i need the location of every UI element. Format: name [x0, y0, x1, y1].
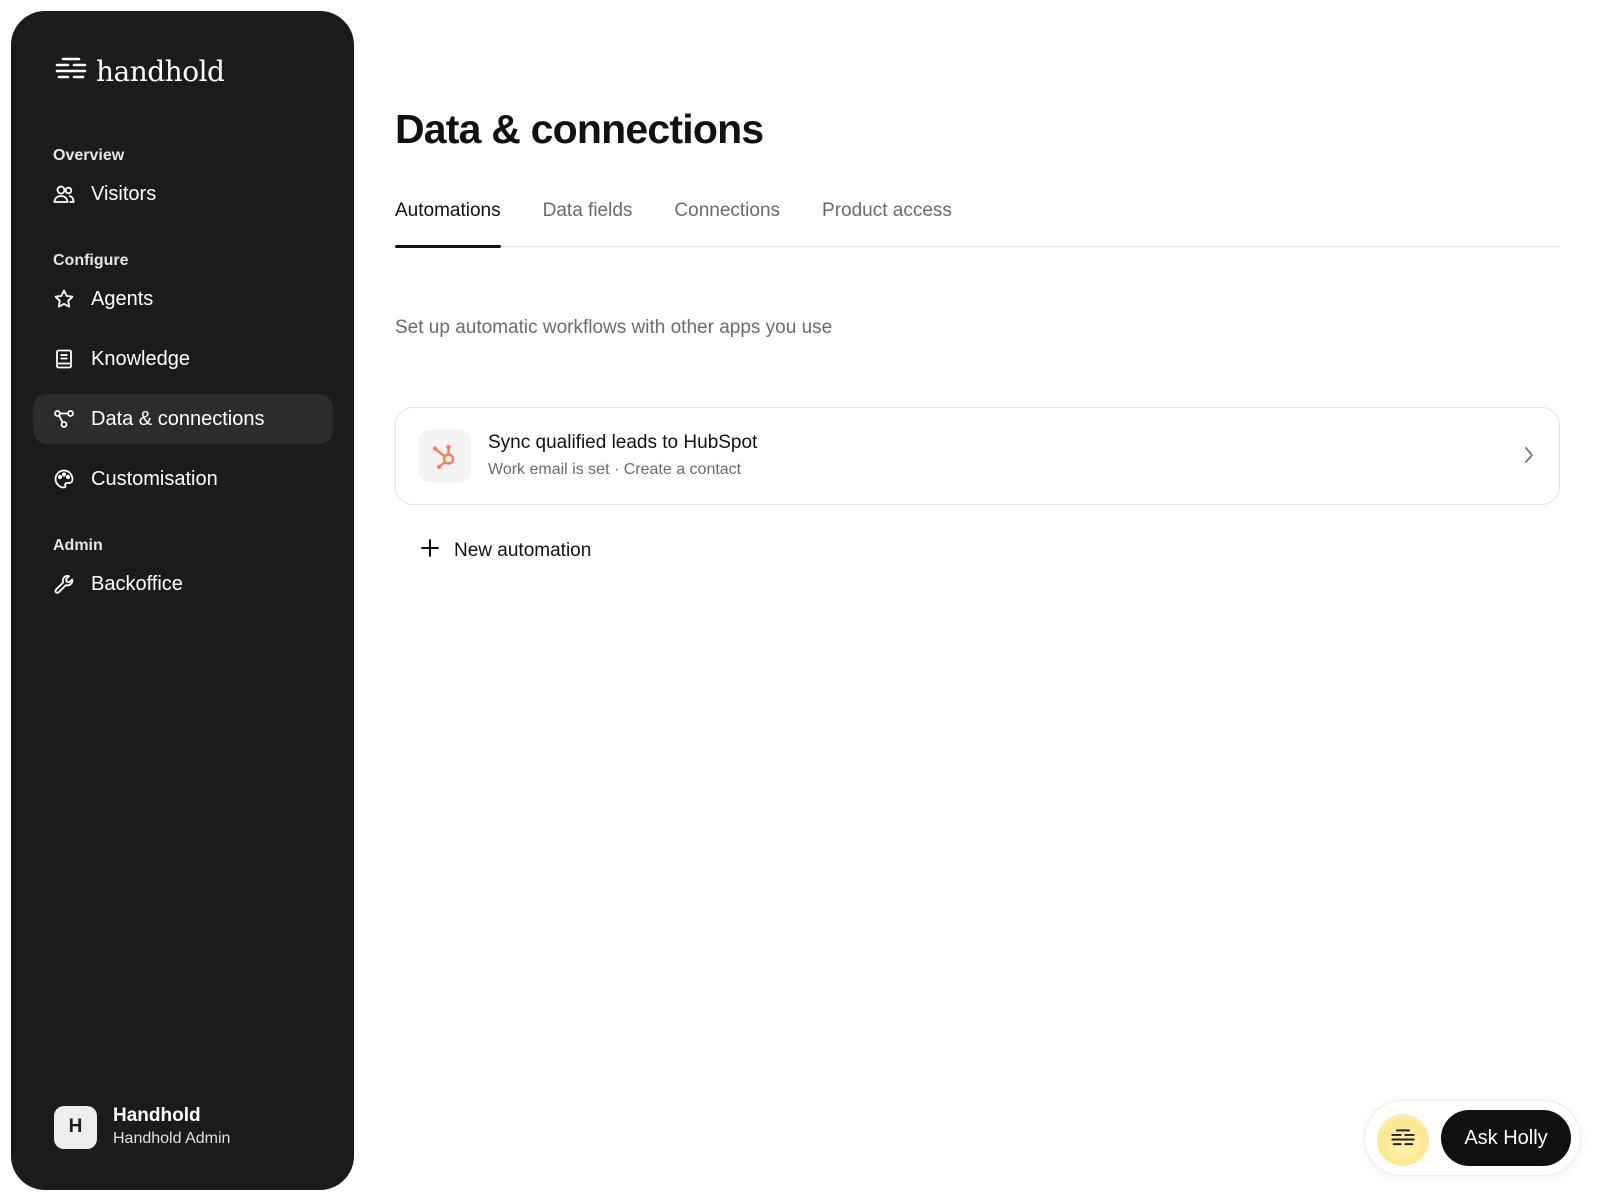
tab-data-fields[interactable]: Data fields — [543, 190, 633, 247]
ask-holly-widget: Ask Holly — [1364, 1100, 1581, 1176]
app: handhold Overview Visitors Configure Age… — [0, 0, 1600, 1196]
holly-avatar[interactable] — [1377, 1114, 1429, 1166]
tab-bar: Automations Data fields Connections Prod… — [395, 190, 1560, 248]
star-icon — [53, 288, 75, 310]
automation-title: Sync qualified leads to HubSpot — [488, 431, 758, 453]
sidebar-item-data-connections[interactable]: Data & connections — [33, 394, 333, 444]
sidebar-item-knowledge[interactable]: Knowledge — [33, 334, 333, 384]
user-profile[interactable]: H Handhold Handhold Admin — [54, 1104, 230, 1150]
automation-subtitle: Work email is set · Create a contact — [488, 460, 742, 478]
new-automation-label: New automation — [454, 539, 592, 561]
sidebar-item-agents[interactable]: Agents — [33, 274, 333, 324]
sidebar-item-label: Data & connections — [91, 407, 265, 430]
chevron-right-icon — [1523, 445, 1535, 470]
palette-icon — [53, 468, 75, 490]
sidebar-item-label: Agents — [91, 287, 154, 310]
automation-text: Sync qualified leads to HubSpot Work ema… — [488, 431, 757, 482]
sidebar-item-label: Customisation — [91, 467, 218, 490]
brand-logo[interactable]: handhold — [54, 55, 225, 88]
users-icon — [53, 183, 75, 205]
sidebar-item-label: Knowledge — [91, 347, 190, 370]
handhold-logo-icon — [54, 56, 88, 87]
new-automation-button[interactable]: New automation — [420, 538, 591, 563]
user-role: Handhold Admin — [113, 1130, 231, 1147]
sidebar-item-label: Visitors — [91, 182, 157, 205]
connections-icon — [53, 408, 75, 430]
hubspot-icon — [419, 430, 471, 482]
user-name: Handhold — [113, 1105, 201, 1126]
page-title: Data & connections — [395, 106, 764, 152]
tab-connections[interactable]: Connections — [674, 190, 780, 247]
tab-automations[interactable]: Automations — [395, 190, 501, 248]
tab-product-access[interactable]: Product access — [822, 190, 952, 247]
page-subtitle: Set up automatic workflows with other ap… — [395, 317, 833, 338]
sidebar: handhold Overview Visitors Configure Age… — [11, 11, 354, 1190]
section-admin: Admin — [53, 537, 103, 554]
sidebar-item-visitors[interactable]: Visitors — [33, 169, 333, 219]
sidebar-item-backoffice[interactable]: Backoffice — [33, 559, 333, 609]
automation-card-hubspot[interactable]: Sync qualified leads to HubSpot Work ema… — [395, 407, 1560, 505]
wrench-icon — [53, 573, 75, 595]
avatar: H — [54, 1105, 97, 1149]
section-configure: Configure — [53, 252, 129, 269]
section-overview: Overview — [53, 147, 125, 164]
sidebar-item-label: Backoffice — [91, 572, 183, 595]
sidebar-item-customisation[interactable]: Customisation — [33, 454, 333, 504]
plus-icon — [420, 538, 440, 563]
brand-name: handhold — [96, 55, 225, 88]
book-icon — [53, 348, 75, 370]
ask-holly-button[interactable]: Ask Holly — [1441, 1110, 1571, 1166]
handhold-logo-icon — [1390, 1128, 1416, 1153]
